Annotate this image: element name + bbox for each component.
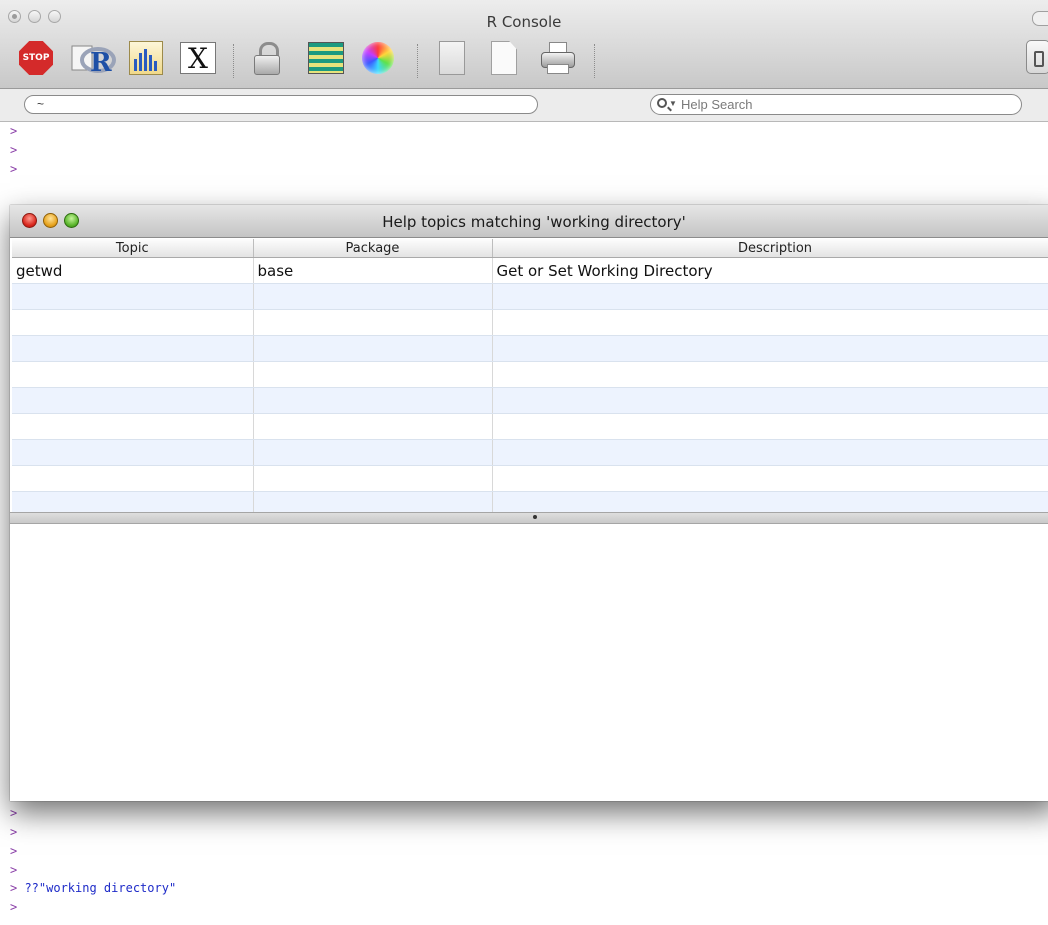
divider-handle-icon bbox=[533, 515, 537, 519]
table-row-empty bbox=[12, 309, 1048, 336]
console-command: ??"working directory" bbox=[24, 881, 177, 895]
color-wheel-icon bbox=[362, 42, 394, 74]
search-icon bbox=[657, 98, 667, 108]
print-button[interactable] bbox=[538, 38, 578, 78]
r-logo-icon: R bbox=[71, 45, 116, 76]
x11-button[interactable]: X bbox=[178, 38, 218, 78]
working-directory-field[interactable]: ~ bbox=[24, 95, 538, 114]
data-editor-button[interactable] bbox=[306, 38, 346, 78]
topic-cell[interactable]: getwd bbox=[12, 257, 254, 284]
table-row-empty bbox=[12, 439, 1048, 466]
stop-button[interactable]: STOP bbox=[18, 38, 54, 78]
console-prompt: > bbox=[10, 806, 18, 820]
help-search-input[interactable]: ▼ Help Search bbox=[650, 94, 1022, 115]
console-prompt: > bbox=[10, 143, 18, 157]
console-prompt: > bbox=[10, 825, 18, 839]
console-command-line[interactable]: > ??"working directory" bbox=[10, 881, 176, 895]
table-row[interactable]: getwd base Get or Set Working Directory bbox=[12, 257, 1048, 284]
toolbar-separator bbox=[417, 44, 418, 78]
console-prompt: > bbox=[10, 844, 18, 858]
working-directory-row: ~ ▼ Help Search bbox=[0, 89, 1048, 122]
lock-icon bbox=[254, 41, 280, 75]
package-cell[interactable]: base bbox=[253, 257, 493, 284]
drawer-toggle-icon[interactable] bbox=[1026, 40, 1048, 74]
table-row-empty bbox=[12, 283, 1048, 310]
console-prompt: > bbox=[10, 162, 18, 176]
console-titlebar[interactable]: R Console STOP R X bbox=[0, 0, 1048, 89]
x11-icon: X bbox=[180, 42, 216, 75]
quartz-graphics-button[interactable] bbox=[126, 38, 166, 78]
authorize-button[interactable] bbox=[252, 38, 282, 78]
chevron-down-icon: ▼ bbox=[669, 99, 677, 108]
data-editor-icon bbox=[308, 42, 344, 74]
help-window-titlebar[interactable]: Help topics matching 'working directory' bbox=[10, 205, 1048, 238]
table-row-empty bbox=[12, 413, 1048, 440]
console-prompt: > bbox=[10, 124, 18, 138]
toolbar-separator bbox=[233, 44, 234, 78]
script-document-icon bbox=[439, 41, 465, 75]
help-detail-pane bbox=[10, 524, 1048, 801]
help-topics-table: Topic Package Description getwd base Get… bbox=[12, 239, 1048, 513]
description-cell[interactable]: Get or Set Working Directory bbox=[492, 257, 1048, 284]
column-header-topic[interactable]: Topic bbox=[12, 239, 254, 258]
blank-page-icon bbox=[491, 41, 517, 75]
help-window-title: Help topics matching 'working directory' bbox=[382, 213, 686, 231]
printer-icon bbox=[541, 42, 575, 74]
source-file-button[interactable] bbox=[436, 38, 468, 78]
help-topics-window: Help topics matching 'working directory'… bbox=[10, 205, 1048, 801]
help-search-placeholder: Help Search bbox=[681, 97, 753, 112]
colors-button[interactable] bbox=[360, 38, 396, 78]
stop-icon: STOP bbox=[19, 41, 53, 75]
table-row-empty bbox=[12, 491, 1048, 513]
split-view-divider[interactable] bbox=[10, 512, 1048, 524]
quartz-chart-icon bbox=[129, 41, 163, 75]
toolbar-toggle-button[interactable] bbox=[1032, 11, 1048, 26]
table-row-empty bbox=[12, 465, 1048, 492]
console-prompt: > bbox=[10, 881, 25, 895]
table-row-empty bbox=[12, 361, 1048, 388]
column-header-description[interactable]: Description bbox=[492, 239, 1048, 258]
console-window-title: R Console bbox=[486, 13, 562, 31]
console-input-prompt[interactable]: > bbox=[10, 900, 17, 914]
toolbar-separator bbox=[594, 44, 595, 78]
console-prompt: > bbox=[10, 863, 18, 877]
svg-text:R: R bbox=[90, 48, 112, 76]
new-document-button[interactable] bbox=[488, 38, 520, 78]
table-row-empty bbox=[12, 387, 1048, 414]
column-header-package[interactable]: Package bbox=[253, 239, 493, 258]
source-r-script-button[interactable]: R bbox=[68, 38, 118, 78]
table-row-empty bbox=[12, 335, 1048, 362]
